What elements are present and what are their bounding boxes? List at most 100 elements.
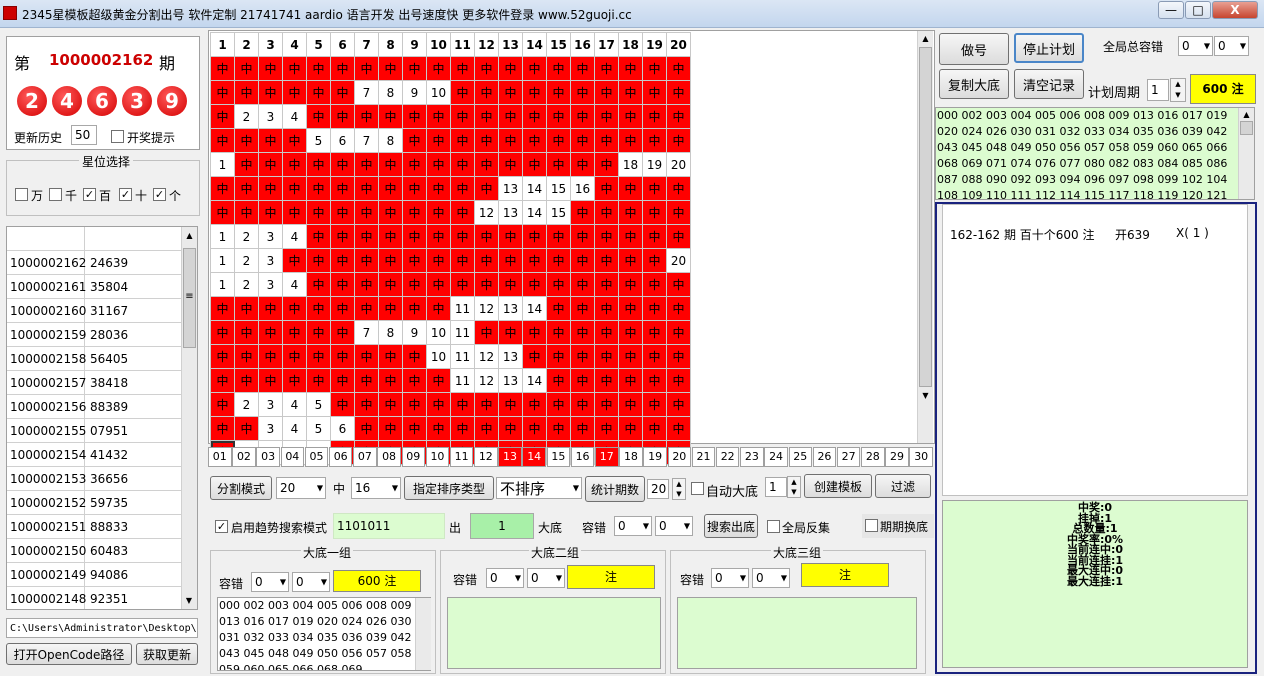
grid-hit-cell[interactable]: 中 [354,368,379,393]
group-tol-a-select[interactable]: 0 ▼ [711,568,749,588]
group-tol-b-select[interactable]: 0 ▼ [292,572,330,592]
checkbox-qian[interactable] [49,188,62,201]
grid-hit-cell[interactable]: 中 [618,416,643,441]
grid-hit-cell[interactable]: 中 [210,80,235,105]
grid-hit-cell[interactable]: 中 [642,56,667,81]
grid-hit-cell[interactable]: 中 [258,56,283,81]
plan-numbers-scrollbar[interactable]: ▲ [1238,108,1254,199]
grid-number-cell[interactable]: 9 [402,80,427,105]
sort-type-button[interactable]: 指定排序类型 [404,476,494,500]
grid-hit-cell[interactable]: 中 [474,152,499,177]
grid-hit-cell[interactable]: 中 [258,368,283,393]
grid-number-cell[interactable]: 20 [666,248,691,273]
grid-scrollbar[interactable]: ▲ ▼ [917,31,933,443]
grid-hit-cell[interactable]: 中 [666,296,691,321]
grid-hit-cell[interactable]: 中 [282,368,307,393]
grid-hit-cell[interactable]: 中 [522,104,547,129]
grid-hit-cell[interactable]: 中 [378,56,403,81]
grid-hit-cell[interactable]: 中 [666,344,691,369]
tolerance-a-select[interactable]: 0 ▼ [614,516,652,536]
column-tab[interactable]: 20 [667,447,692,467]
period-swap-checkbox[interactable] [865,519,878,532]
grid-hit-cell[interactable]: 中 [474,128,499,153]
grid-hit-cell[interactable]: 中 [330,392,355,417]
grid-hit-cell[interactable]: 中 [402,104,427,129]
grid-hit-cell[interactable]: 中 [618,368,643,393]
grid-hit-cell[interactable]: 中 [642,128,667,153]
grid-hit-cell[interactable]: 中 [378,200,403,225]
grid-hit-cell[interactable]: 中 [594,416,619,441]
grid-hit-cell[interactable]: 中 [402,224,427,249]
grid-hit-cell[interactable]: 中 [642,200,667,225]
grid-hit-cell[interactable]: 中 [282,296,307,321]
history-row[interactable]: 1000002158 56405 [7,347,197,371]
grid-number-cell[interactable]: 4 [282,392,307,417]
grid-hit-cell[interactable]: 中 [570,296,595,321]
grid-number-cell[interactable]: 5 [306,128,331,153]
grid-number-cell[interactable]: 11 [450,344,475,369]
grid-number-cell[interactable]: 13 [498,200,523,225]
grid-hit-cell[interactable]: 中 [234,296,259,321]
grid-hit-cell[interactable]: 中 [642,224,667,249]
history-row[interactable]: 1000002155 07951 [7,419,197,443]
grid-hit-cell[interactable]: 中 [570,392,595,417]
grid-hit-cell[interactable]: 中 [666,368,691,393]
grid-hit-cell[interactable]: 中 [234,176,259,201]
grid-hit-cell[interactable]: 中 [354,344,379,369]
grid-hit-cell[interactable]: 中 [330,80,355,105]
grid-hit-cell[interactable]: 中 [306,272,331,297]
grid-hit-cell[interactable]: 中 [642,344,667,369]
grid-hit-cell[interactable]: 中 [522,272,547,297]
column-tab[interactable]: 07 [353,447,377,467]
grid-hit-cell[interactable]: 中 [546,296,571,321]
grid-hit-cell[interactable]: 中 [498,80,523,105]
grid-hit-cell[interactable]: 中 [306,200,331,225]
column-tab[interactable]: 16 [570,447,595,467]
grid-hit-cell[interactable]: 中 [354,248,379,273]
grid-number-cell[interactable]: 11 [450,368,475,393]
grid-hit-cell[interactable]: 中 [354,296,379,321]
make-number-button[interactable]: 做号 [939,33,1009,65]
plan-numbers[interactable]: 000 002 003 004 005 006 008 009 013 016 … [935,107,1255,200]
grid-hit-cell[interactable]: 中 [594,80,619,105]
grid-number-cell[interactable]: 6 [330,128,355,153]
grid-hit-cell[interactable]: 中 [306,152,331,177]
grid-number-cell[interactable]: 15 [546,200,571,225]
grid-hit-cell[interactable]: 中 [354,200,379,225]
grid-hit-cell[interactable]: 中 [498,416,523,441]
grid-number-cell[interactable]: 18 [618,152,643,177]
grid-hit-cell[interactable]: 中 [498,104,523,129]
grid-hit-cell[interactable]: 中 [258,80,283,105]
grid-hit-cell[interactable]: 中 [666,128,691,153]
grid-number-cell[interactable]: 13 [498,296,523,321]
grid-hit-cell[interactable]: 中 [474,176,499,201]
grid-hit-cell[interactable]: 中 [642,368,667,393]
grid-hit-cell[interactable]: 中 [306,80,331,105]
history-scrollbar[interactable]: ▲ ≡ ▼ [181,227,197,609]
group-numbers[interactable]: 000 002 003 004 005 006 008 009 013 016 … [217,597,431,671]
column-tab[interactable]: 08 [377,447,401,467]
grid-hit-cell[interactable]: 中 [282,128,307,153]
grid-hit-cell[interactable]: 中 [354,152,379,177]
grid-hit-cell[interactable]: 中 [450,416,475,441]
grid-hit-cell[interactable]: 中 [426,368,451,393]
grid-hit-cell[interactable]: 中 [570,320,595,345]
grid-hit-cell[interactable]: 中 [618,200,643,225]
grid-hit-cell[interactable]: 中 [378,152,403,177]
trend-pattern-input[interactable]: 1101011 [333,513,445,539]
auto-base-spinner[interactable]: ▲ ▼ [787,476,801,498]
stat-periods-input[interactable]: 20 [647,479,669,499]
grid-hit-cell[interactable]: 中 [258,320,283,345]
auto-base-checkbox[interactable] [691,482,704,495]
search-base-button[interactable]: 搜索出底 [704,514,758,538]
stat-periods-button[interactable]: 统计期数 [585,476,645,502]
grid-hit-cell[interactable]: 中 [378,224,403,249]
grid-hit-cell[interactable]: 中 [594,248,619,273]
grid-hit-cell[interactable]: 中 [450,152,475,177]
grid-hit-cell[interactable]: 中 [618,296,643,321]
grid-hit-cell[interactable]: 中 [642,176,667,201]
grid-hit-cell[interactable]: 中 [594,104,619,129]
global-tol-b-select[interactable]: 0 ▼ [1214,36,1249,56]
clear-record-button[interactable]: 清空记录 [1014,69,1084,99]
grid-hit-cell[interactable]: 中 [234,368,259,393]
